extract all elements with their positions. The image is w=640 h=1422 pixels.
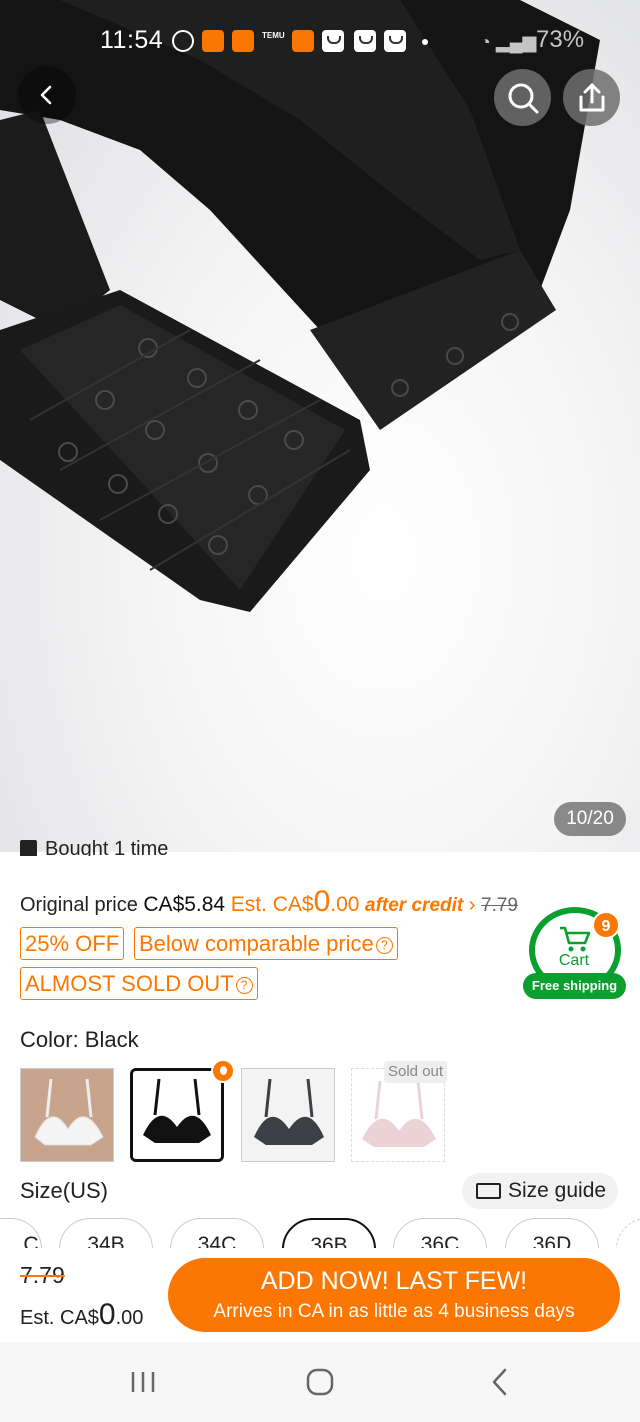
- size-chip[interactable]: C: [0, 1218, 42, 1248]
- original-price-value: CA$5.84: [143, 893, 226, 916]
- size-chip[interactable]: 34B: [59, 1218, 153, 1248]
- search-icon: [508, 83, 538, 113]
- image-counter: 10/20: [554, 802, 626, 836]
- whatsapp-icon: [172, 30, 194, 52]
- size-chip[interactable]: 36C: [393, 1218, 487, 1248]
- share-button[interactable]: [563, 69, 620, 126]
- almost-sold-out-badge[interactable]: ALMOST SOLD OUT?: [20, 967, 258, 1000]
- system-back-button[interactable]: [490, 1368, 510, 1401]
- bottom-est-rest: .00: [115, 1307, 144, 1329]
- est-rest: .00: [330, 893, 360, 916]
- temu-icon: [202, 30, 224, 52]
- bra-grey-thumbnail: [242, 1069, 334, 1161]
- size-chip-label: 36B: [310, 1234, 348, 1248]
- purchase-note: Bought 1 time: [20, 838, 320, 856]
- size-options: C 34B 34C 36B 36C 36D: [0, 1218, 640, 1248]
- size-chip[interactable]: 36D: [505, 1218, 599, 1248]
- bottom-est-prefix: Est. CA$: [20, 1307, 99, 1329]
- size-chip-label: 34C: [197, 1233, 237, 1248]
- ruler-icon: [476, 1183, 501, 1199]
- search-button[interactable]: [494, 69, 551, 126]
- color-swatch-white[interactable]: [20, 1068, 114, 1162]
- product-photo: [0, 0, 600, 612]
- bra-black-thumbnail: [133, 1071, 221, 1159]
- back-button[interactable]: [18, 66, 76, 124]
- checkbox-icon: [20, 840, 37, 856]
- purchase-note-text: Bought 1 time: [45, 838, 169, 856]
- size-guide-label: Size guide: [508, 1179, 607, 1202]
- bottom-est-big: 0: [98, 1298, 116, 1331]
- status-time: 11:54: [100, 26, 164, 54]
- strikethrough-price: 7.79: [481, 895, 518, 916]
- home-icon: [306, 1368, 334, 1396]
- temu-icon: [292, 30, 314, 52]
- shopping-bag-icon: [322, 30, 344, 52]
- cart-count-badge: 9: [592, 911, 620, 939]
- back-icon: [492, 1368, 507, 1396]
- estimated-price: Est. CA$0.00: [230, 885, 360, 918]
- chevron-right-icon: ›: [468, 894, 476, 916]
- size-chip-label: 36D: [532, 1233, 572, 1248]
- color-swatch-grey[interactable]: [241, 1068, 335, 1162]
- price-row[interactable]: Original price CA$5.84 Est. CA$0.00 afte…: [20, 885, 518, 919]
- bottom-strike-price: 7.79: [20, 1262, 65, 1288]
- temu-icon: [232, 30, 254, 52]
- size-chip-label: 34B: [87, 1233, 125, 1248]
- cart-icon: [560, 926, 591, 952]
- discount-badge: 25% OFF: [20, 927, 125, 960]
- bra-white-thumbnail: [21, 1069, 113, 1161]
- share-icon: [579, 83, 604, 111]
- bottom-est-price: Est. CA$0.00: [20, 1298, 143, 1332]
- wifi-icon: ◔ ▂▄▆: [480, 32, 537, 52]
- chevron-left-icon: [40, 85, 52, 105]
- system-navigation-bar: [0, 1342, 640, 1422]
- recent-apps-button[interactable]: [130, 1370, 156, 1399]
- temu-text-icon: TEMU: [262, 31, 285, 40]
- color-label: Color: Black: [20, 1027, 139, 1052]
- add-to-cart-button[interactable]: ADD NOW! LAST FEW! Arrives in CA in as l…: [168, 1258, 620, 1332]
- notification-dot-icon: [422, 39, 428, 45]
- hot-flame-icon: [211, 1059, 235, 1083]
- size-chip[interactable]: [616, 1218, 640, 1248]
- cart-label: Cart: [558, 952, 590, 969]
- recent-apps-icon: [131, 1372, 155, 1392]
- after-credit-link[interactable]: after credit: [365, 895, 463, 916]
- est-prefix: Est. CA$: [230, 893, 314, 916]
- free-shipping-badge: Free shipping: [523, 973, 626, 999]
- size-chip-label: 36C: [420, 1233, 460, 1248]
- size-chip-selected[interactable]: 36B: [282, 1218, 376, 1248]
- shopping-bag-icon: [354, 30, 376, 52]
- est-big: 0: [313, 885, 331, 918]
- help-icon: ?: [235, 977, 253, 994]
- original-price-label: Original price: [20, 894, 138, 916]
- product-image-gallery[interactable]: 11:54 TEMU ◔ ▂▄▆ 73% 10/20: [0, 0, 640, 852]
- size-guide-button[interactable]: Size guide: [462, 1173, 618, 1209]
- cta-main-label: ADD NOW! LAST FEW!: [260, 1267, 528, 1295]
- home-button[interactable]: [306, 1368, 334, 1401]
- comparable-text: Below comparable price: [139, 931, 374, 956]
- size-chip[interactable]: 34C: [170, 1218, 264, 1248]
- discount-text: 25% OFF: [25, 931, 120, 956]
- color-swatch-black[interactable]: [130, 1068, 224, 1162]
- comparable-price-badge[interactable]: Below comparable price?: [134, 927, 398, 960]
- battery-label: 73%: [536, 26, 585, 53]
- sold-out-soon-text: ALMOST SOLD OUT: [25, 971, 234, 996]
- help-icon: ?: [375, 937, 393, 954]
- shopping-bag-icon: [384, 30, 406, 52]
- size-label: Size(US): [20, 1178, 109, 1203]
- status-bar: 11:54 TEMU ◔ ▂▄▆ 73%: [0, 22, 640, 62]
- sold-out-badge: Sold out: [384, 1061, 448, 1083]
- cta-sub-label: Arrives in CA in as little as 4 business…: [213, 1301, 575, 1322]
- size-chip-label: C: [23, 1233, 39, 1248]
